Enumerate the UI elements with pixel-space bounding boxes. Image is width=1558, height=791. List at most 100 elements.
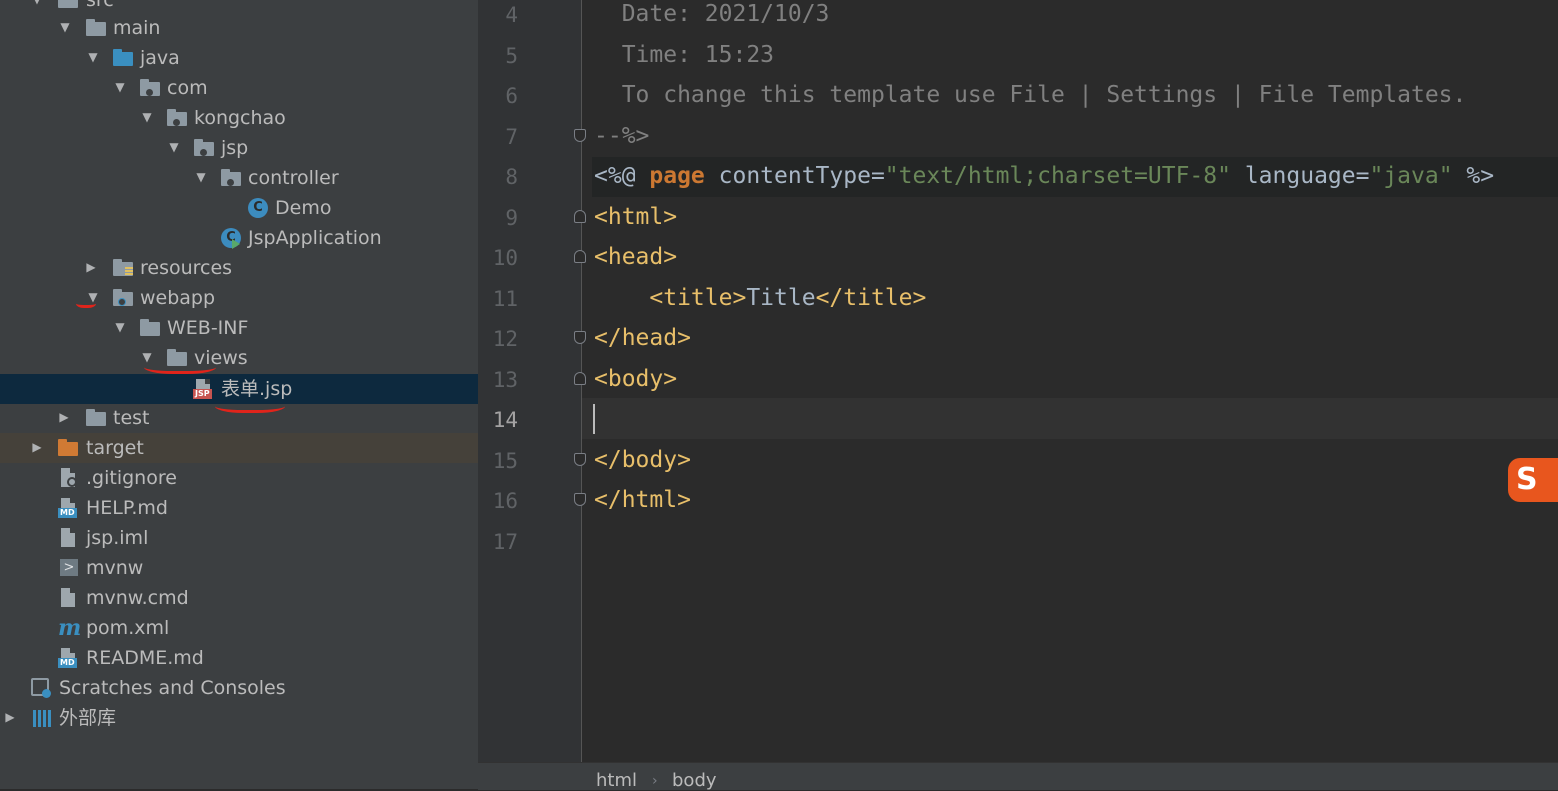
tree-item-jsp[interactable]: ▼ jsp xyxy=(0,133,478,163)
tree-item-scratches-and-consoles[interactable]: Scratches and Consoles xyxy=(0,673,478,703)
annotation-underline-webapp xyxy=(76,297,96,308)
line-number: 10 xyxy=(492,246,518,270)
expand-arrow-icon[interactable]: ▼ xyxy=(194,170,208,184)
tree-item-web-inf[interactable]: ▼ WEB-INF xyxy=(0,313,478,343)
tree-item-java[interactable]: ▼ java xyxy=(0,43,478,73)
resources-folder-icon xyxy=(113,258,135,278)
terminal-file-icon: > xyxy=(59,558,81,578)
excluded-folder-icon xyxy=(58,438,80,458)
line-number: 13 xyxy=(492,368,518,392)
sogou-ime-icon[interactable]: S xyxy=(1508,458,1558,502)
breadcrumb-item-html[interactable]: html xyxy=(596,771,637,791)
tree-item-mvnw[interactable]: > mvnw xyxy=(0,553,478,583)
tree-item-help-md[interactable]: MD HELP.md xyxy=(0,493,478,523)
breadcrumb-separator-icon: › xyxy=(652,773,658,789)
code-line-8: <%@ page contentType="text/html;charset=… xyxy=(594,163,1495,189)
fold-marker-icon[interactable] xyxy=(574,453,586,466)
tree-item-jsp-iml[interactable]: jsp.iml xyxy=(0,523,478,553)
code-line-4: Date: 2021/10/3 xyxy=(594,1,830,27)
collapsed-arrow-icon[interactable]: ▶ xyxy=(84,260,98,274)
line-number: 7 xyxy=(505,125,518,149)
expand-arrow-icon[interactable]: ▼ xyxy=(167,140,181,154)
tree-item-com[interactable]: ▼ com xyxy=(0,73,478,103)
tree-item-gitignore[interactable]: .gitignore xyxy=(0,463,478,493)
breadcrumb: html › body xyxy=(478,762,1558,791)
line-number: 17 xyxy=(492,530,518,554)
library-icon xyxy=(31,708,53,728)
code-line-13: <body> xyxy=(594,366,678,392)
fold-marker-icon[interactable] xyxy=(574,129,586,142)
fold-marker-icon[interactable] xyxy=(574,372,586,385)
project-tree-panel: ▼ src ▼ main ▼ java ▼ com ▼ kongchao ▼ j… xyxy=(0,0,478,789)
package-icon xyxy=(221,168,243,188)
java-class-icon: C xyxy=(247,198,269,218)
package-icon xyxy=(140,78,162,98)
tree-item-webapp[interactable]: ▼ webapp xyxy=(0,283,478,313)
line-number: 15 xyxy=(492,449,518,473)
code-line-9: <html> xyxy=(594,204,678,230)
tree-item-views[interactable]: ▼ views xyxy=(0,343,478,373)
tree-item-resources[interactable]: ▶ resources xyxy=(0,253,478,283)
expand-arrow-icon[interactable]: ▼ xyxy=(58,20,72,34)
source-folder-icon xyxy=(113,48,135,68)
tree-item-controller[interactable]: ▼ controller xyxy=(0,163,478,193)
tree-item-demo[interactable]: C Demo xyxy=(0,193,478,223)
tree-item-target[interactable]: ▶ target xyxy=(0,433,478,463)
collapsed-arrow-icon[interactable]: ▶ xyxy=(57,410,71,424)
line-number: 6 xyxy=(505,84,518,108)
fold-marker-icon[interactable] xyxy=(574,331,586,344)
spring-boot-class-icon: C xyxy=(220,228,242,249)
current-line-highlight xyxy=(582,398,1558,439)
line-number: 11 xyxy=(492,287,518,311)
folder-icon xyxy=(140,318,162,338)
code-line-10: <head> xyxy=(594,244,678,270)
tree-item-mvnw-cmd[interactable]: mvnw.cmd xyxy=(0,583,478,613)
package-icon xyxy=(194,138,216,158)
text-caret xyxy=(593,404,595,434)
expand-arrow-icon[interactable]: ▼ xyxy=(30,0,44,6)
line-number: 5 xyxy=(505,44,518,68)
fold-marker-icon[interactable] xyxy=(574,493,586,506)
folder-icon xyxy=(86,408,108,428)
line-number: 9 xyxy=(505,206,518,230)
annotation-underline-form-jsp xyxy=(215,396,285,413)
tree-item-readme-md[interactable]: MD README.md xyxy=(0,643,478,673)
expand-arrow-icon[interactable]: ▼ xyxy=(140,110,154,124)
code-line-5: Time: 15:23 xyxy=(594,42,775,68)
line-number-current: 14 xyxy=(492,408,518,432)
line-number: 12 xyxy=(492,327,518,351)
fold-marker-icon[interactable] xyxy=(574,250,586,263)
markdown-file-icon: MD xyxy=(58,648,80,668)
scratches-icon xyxy=(31,678,53,698)
text-file-icon xyxy=(58,588,80,608)
expand-arrow-icon[interactable]: ▼ xyxy=(113,80,127,94)
tree-item-jspapplication[interactable]: C JspApplication xyxy=(0,223,478,253)
fold-marker-icon[interactable] xyxy=(574,210,586,223)
collapsed-arrow-icon[interactable]: ▶ xyxy=(30,440,44,454)
folder-icon xyxy=(58,0,80,10)
expand-arrow-icon[interactable]: ▼ xyxy=(86,50,100,64)
code-line-7: --%> xyxy=(594,123,650,149)
maven-file-icon: m xyxy=(58,615,82,641)
code-line-16: </html> xyxy=(594,487,691,513)
code-line-6: To change this template use File | Setti… xyxy=(594,82,1467,108)
jsp-file-icon: JSP xyxy=(193,379,215,399)
code-line-11: <title>Title</title> xyxy=(649,285,927,311)
expand-arrow-icon[interactable]: ▼ xyxy=(113,320,127,334)
tree-item-main[interactable]: ▼ main xyxy=(0,13,478,43)
line-number: 4 xyxy=(505,3,518,27)
line-number: 8 xyxy=(505,165,518,189)
code-line-12: </head> xyxy=(594,325,691,351)
tree-item-external-libraries[interactable]: ▶ 外部库 xyxy=(0,703,478,733)
collapsed-arrow-icon[interactable]: ▶ xyxy=(3,710,17,724)
folder-icon xyxy=(86,18,108,38)
annotation-underline-views xyxy=(144,357,216,374)
markdown-file-icon: MD xyxy=(58,498,80,518)
gitignore-file-icon xyxy=(58,468,80,488)
web-folder-icon xyxy=(113,288,135,308)
code-line-15: </body> xyxy=(594,447,691,473)
breadcrumb-item-body[interactable]: body xyxy=(672,771,717,791)
line-number: 16 xyxy=(492,489,518,513)
tree-item-kongchao[interactable]: ▼ kongchao xyxy=(0,103,478,133)
tree-item-pom-xml[interactable]: m pom.xml xyxy=(0,613,478,643)
